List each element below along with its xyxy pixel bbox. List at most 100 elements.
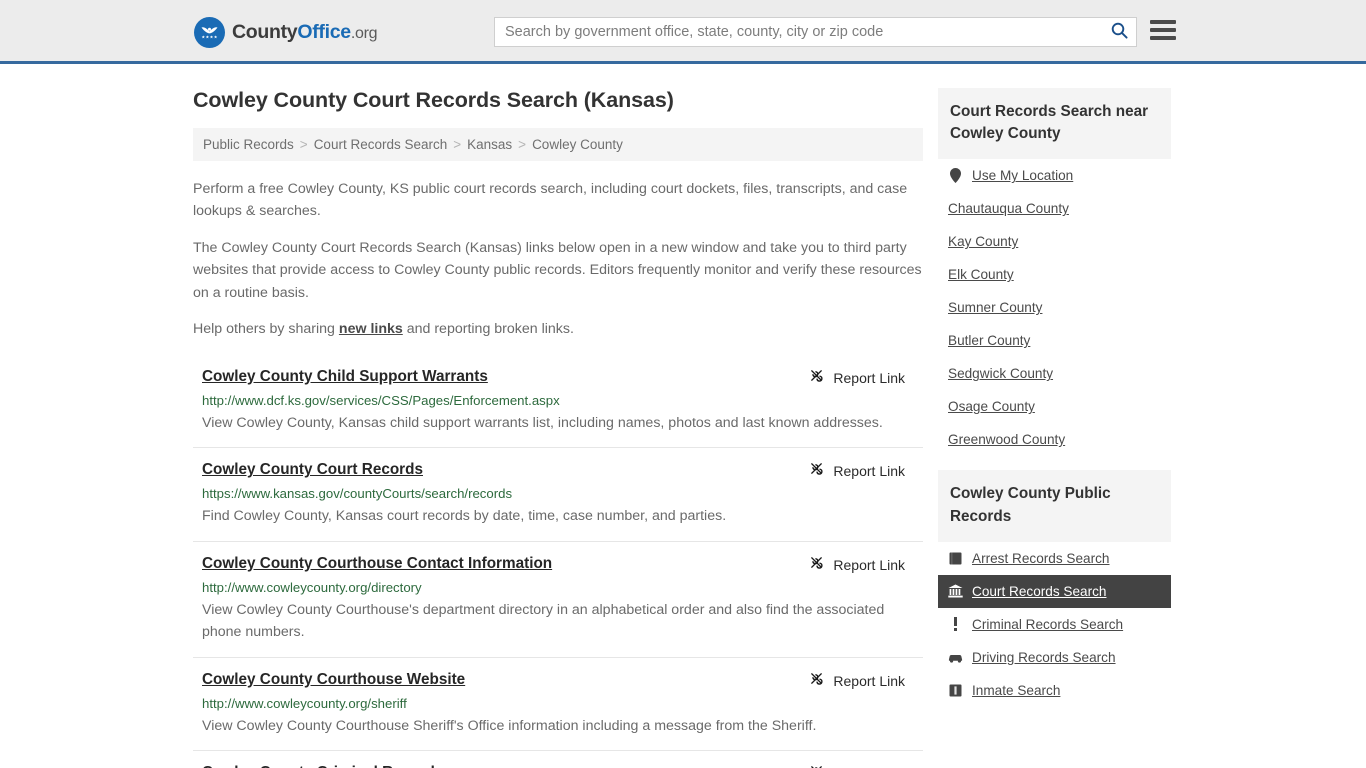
sidebar-item-label: Sedgwick County [948, 366, 1054, 382]
breadcrumb-separator: > [299, 137, 308, 152]
courthouse-icon [948, 584, 963, 599]
sidebar-item-sumner-county[interactable]: Sumner County [938, 291, 1171, 324]
intro-text: Perform a free Cowley County, KS public … [193, 178, 923, 341]
site-logo[interactable]: CountyOffice.org [194, 17, 378, 48]
result-item: Cowley County Courthouse Contact Informa… [193, 540, 923, 657]
result-header: Cowley County Court Records Report Link [202, 460, 923, 481]
site-header: CountyOffice.org [0, 0, 1366, 64]
exclamation-icon [948, 617, 963, 632]
sidebar-item-label: Butler County [948, 333, 1031, 349]
sidebar-item-butler-county[interactable]: Butler County [938, 324, 1171, 357]
breadcrumb-separator: > [453, 137, 462, 152]
content-container: Cowley County Court Records Search (Kans… [193, 88, 1173, 768]
logo-wordmark: CountyOffice.org [232, 21, 378, 44]
sidebar-item-label: Sumner County [948, 300, 1043, 316]
sidebar-item-label: Use My Location [972, 168, 1074, 184]
right-sidebar: Court Records Search near Cowley County … [938, 88, 1171, 721]
search-input[interactable] [495, 18, 1102, 46]
book-icon [948, 551, 963, 566]
new-links-link[interactable]: new links [339, 321, 403, 337]
report-link-label: Report Link [833, 672, 905, 689]
broken-link-icon [809, 764, 824, 768]
sidebar-item-sedgwick-county[interactable]: Sedgwick County [938, 357, 1171, 390]
sidebar-item-label: Elk County [948, 267, 1014, 283]
sidebar-item-greenwood-county[interactable]: Greenwood County [938, 423, 1171, 456]
sidebar-item-court-records-search[interactable]: Court Records Search [938, 574, 1171, 608]
report-link-button[interactable]: Report Link [809, 671, 923, 691]
logo-org-text: .org [350, 25, 378, 42]
sidebar-item-arrest-records-search[interactable]: Arrest Records Search [938, 542, 1171, 575]
report-link-button[interactable]: Report Link [809, 368, 923, 388]
nearby-panel-heading: Court Records Search near Cowley County [938, 88, 1171, 160]
result-header: Cowley County Child Support Warrants Rep… [202, 367, 923, 388]
nearby-list: Use My Location Chautauqua County Kay Co… [938, 159, 1171, 456]
public-records-list: Arrest Records Search Court Records Sear… [938, 542, 1171, 707]
breadcrumb-separator: > [518, 137, 527, 152]
sidebar-item-label: Arrest Records Search [972, 550, 1110, 566]
result-header: Cowley County Courthouse Contact Informa… [202, 554, 923, 575]
report-link-button[interactable]: Report Link [809, 555, 923, 575]
sidebar-item-criminal-records-search[interactable]: Criminal Records Search [938, 608, 1171, 641]
eagle-seal-icon [194, 17, 225, 48]
search-button[interactable] [1102, 18, 1136, 46]
sidebar-item-osage-county[interactable]: Osage County [938, 390, 1171, 423]
sidebar-item-inmate-search[interactable]: Inmate Search [938, 674, 1171, 707]
breadcrumb-item-court-records-search[interactable]: Court Records Search [314, 137, 448, 152]
map-pin-icon [948, 168, 963, 184]
intro-p3-before: Help others by sharing [193, 321, 339, 338]
logo-office-text: Office [297, 21, 351, 43]
broken-link-icon [809, 671, 824, 691]
result-item: Cowley County Criminal Records [193, 750, 923, 768]
result-url[interactable]: https://www.kansas.gov/countyCourts/sear… [202, 485, 923, 502]
result-description: View Cowley County Courthouse Sheriff's … [202, 718, 817, 734]
result-title-link[interactable]: Cowley County Court Records [202, 460, 423, 480]
sidebar-item-label: Greenwood County [948, 432, 1066, 448]
intro-paragraph-2: The Cowley County Court Records Search (… [193, 239, 922, 301]
broken-link-icon [809, 555, 824, 575]
sidebar-item-kay-county[interactable]: Kay County [938, 225, 1171, 258]
report-link-label: Report Link [833, 369, 905, 386]
result-item: Cowley County Child Support Warrants Rep… [193, 358, 923, 448]
sidebar-item-elk-county[interactable]: Elk County [938, 258, 1171, 291]
report-link-label: Report Link [833, 463, 905, 480]
hamburger-menu-icon[interactable] [1150, 20, 1176, 40]
sidebar-item-label: Court Records Search [972, 583, 1107, 599]
breadcrumb-item-cowley-county: Cowley County [532, 137, 623, 152]
intro-paragraph-1: Perform a free Cowley County, KS public … [193, 181, 908, 220]
result-url[interactable]: http://www.dcf.ks.gov/services/CSS/Pages… [202, 392, 923, 409]
search-bar[interactable] [494, 17, 1137, 47]
sidebar-item-label: Criminal Records Search [972, 616, 1124, 632]
car-icon [948, 650, 963, 665]
intro-p3-after: and reporting broken links. [402, 321, 574, 338]
inmate-icon [948, 683, 963, 698]
intro-paragraph-3: Help others by sharing new links and rep… [193, 318, 923, 340]
sidebar-item-label: Kay County [948, 234, 1019, 250]
breadcrumb-item-kansas[interactable]: Kansas [467, 137, 512, 152]
breadcrumb: Public Records > Court Records Search > … [193, 128, 923, 161]
breadcrumb-item-public-records[interactable]: Public Records [203, 137, 294, 152]
report-link-button[interactable]: Report Link [809, 461, 923, 481]
report-link-button[interactable]: Report Link [809, 764, 923, 768]
result-description: View Cowley County Courthouse's departme… [202, 601, 885, 641]
sidebar-item-use-my-location[interactable]: Use My Location [938, 159, 1171, 192]
sidebar-item-driving-records-search[interactable]: Driving Records Search [938, 641, 1171, 674]
sidebar-item-label: Chautauqua County [948, 201, 1069, 217]
results-list: Cowley County Child Support Warrants Rep… [193, 358, 923, 768]
result-title-link[interactable]: Cowley County Child Support Warrants [202, 367, 488, 387]
result-title-link[interactable]: Cowley County Criminal Records [202, 763, 443, 768]
result-item: Cowley County Court Records Report Link … [193, 447, 923, 541]
result-item: Cowley County Courthouse Website Report … [193, 656, 923, 751]
broken-link-icon [809, 461, 824, 481]
result-url[interactable]: http://www.cowleycounty.org/sheriff [202, 695, 923, 712]
result-url[interactable]: http://www.cowleycounty.org/directory [202, 579, 923, 596]
result-title-link[interactable]: Cowley County Courthouse Contact Informa… [202, 554, 552, 574]
nearby-panel: Court Records Search near Cowley County … [938, 88, 1171, 456]
logo-county-text: County [232, 21, 298, 43]
sidebar-item-chautauqua-county[interactable]: Chautauqua County [938, 192, 1171, 225]
result-description: Find Cowley County, Kansas court records… [202, 508, 727, 525]
main-column: Public Records > Court Records Search > … [193, 128, 923, 768]
sidebar-item-label: Inmate Search [972, 682, 1061, 698]
result-title-link[interactable]: Cowley County Courthouse Website [202, 670, 465, 690]
public-records-panel-heading: Cowley County Public Records [938, 470, 1171, 542]
result-header: Cowley County Criminal Records [202, 763, 923, 768]
